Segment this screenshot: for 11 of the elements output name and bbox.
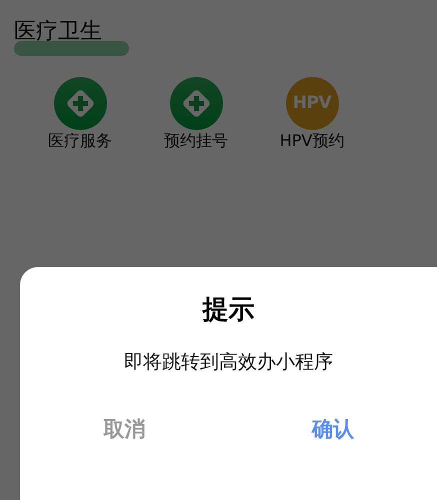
medical-cross-icon xyxy=(54,77,106,130)
cancel-button[interactable]: 取消 xyxy=(20,414,228,444)
service-item[interactable]: 预约挂号 xyxy=(138,77,254,151)
dialog-title: 提示 xyxy=(202,294,254,327)
confirm-button[interactable]: 确认 xyxy=(228,414,437,444)
section-title: 医疗卫生 xyxy=(14,18,102,46)
service-item[interactable]: HPV HPV预约 xyxy=(254,77,370,151)
dialog-message: 即将跳转到高效办小程序 xyxy=(124,350,333,375)
service-item[interactable]: 医疗服务 xyxy=(22,77,138,151)
medical-cross-icon xyxy=(170,77,222,130)
hpv-icon: HPV xyxy=(286,77,338,130)
